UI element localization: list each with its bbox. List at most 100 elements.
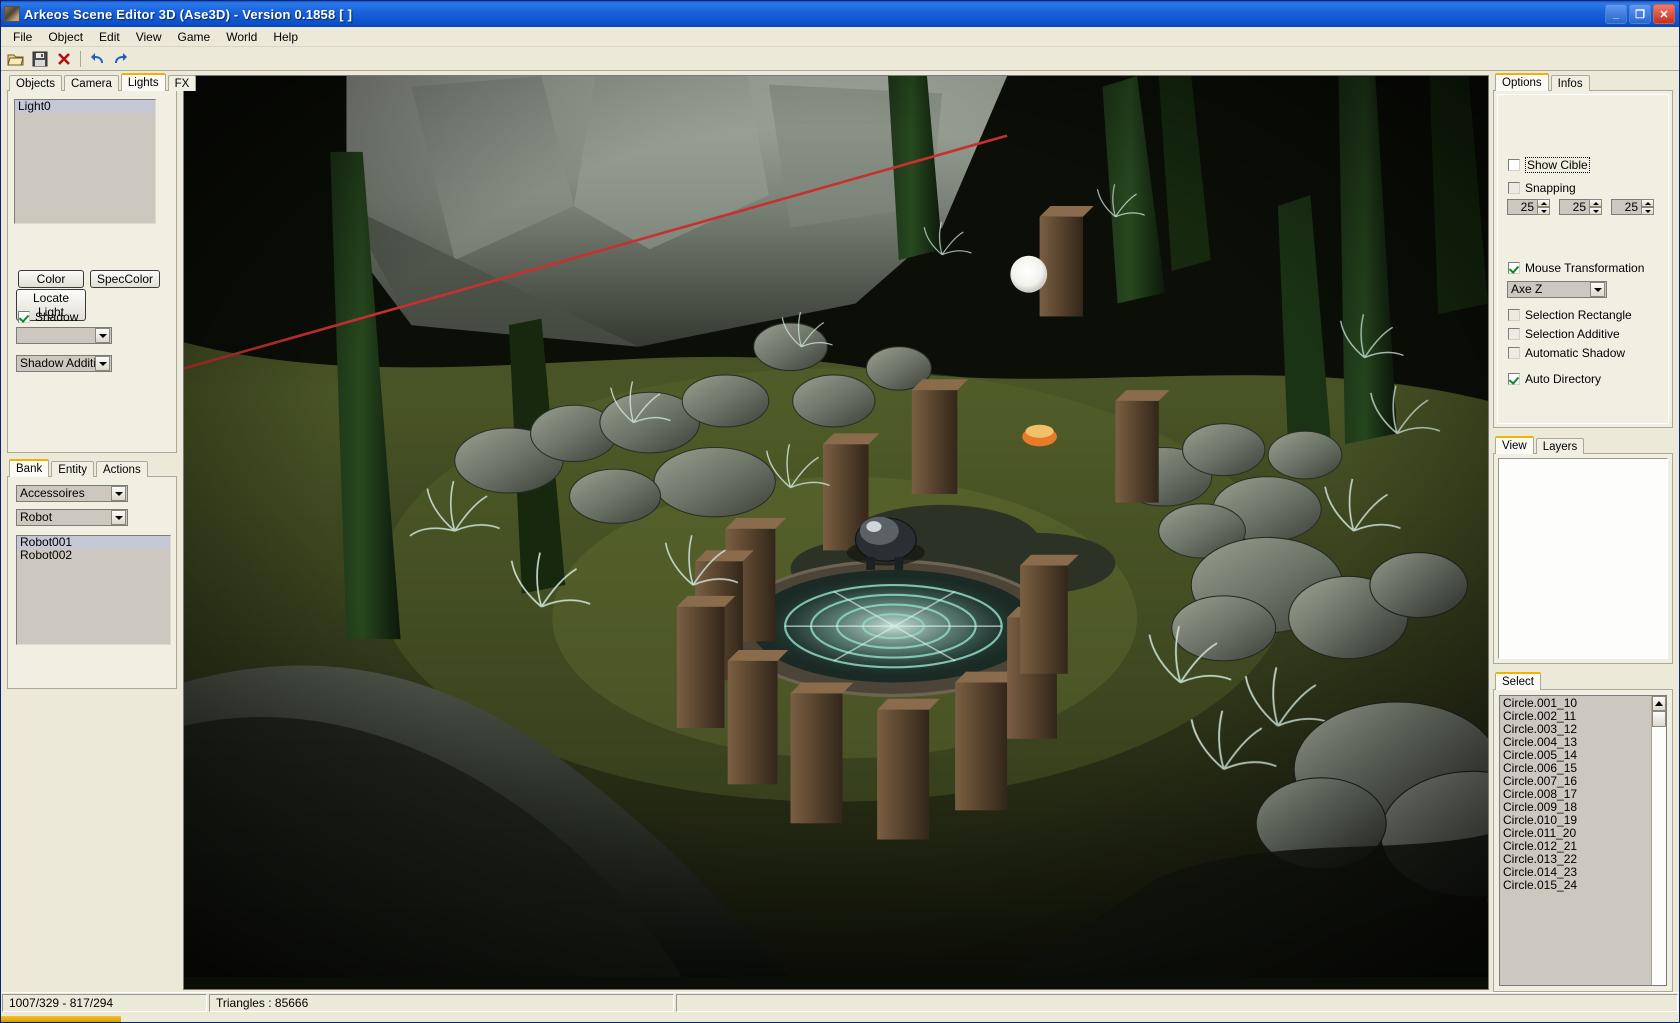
spec-color-button[interactable]: SpecColor xyxy=(90,270,160,288)
tab-bank[interactable]: Bank xyxy=(9,459,50,477)
list-item[interactable]: Robot002 xyxy=(17,549,170,562)
tab-objects[interactable]: Objects xyxy=(9,75,62,91)
selection-additive-label: Selection Additive xyxy=(1525,327,1620,341)
chevron-down-icon[interactable] xyxy=(95,328,110,343)
snap-y-stepper[interactable]: 25 xyxy=(1559,199,1602,215)
chevron-down-icon[interactable] xyxy=(1590,282,1605,297)
lights-listbox[interactable]: Light0 xyxy=(14,99,156,224)
menu-item-object[interactable]: Object xyxy=(40,28,91,46)
maximize-button[interactable]: ❐ xyxy=(1629,4,1651,24)
tab-view[interactable]: View xyxy=(1495,436,1534,454)
spinner-up-icon[interactable] xyxy=(1641,199,1654,207)
checkbox-box xyxy=(1508,182,1520,194)
bank-tabstrip: Bank Entity Actions xyxy=(7,459,177,477)
tab-lights[interactable]: Lights xyxy=(120,73,166,91)
bank-panel: Accessoires Robot Robot001 Robot002 xyxy=(7,476,177,689)
selection-rectangle-checkbox[interactable]: Selection Rectangle xyxy=(1508,308,1632,322)
menu-item-edit[interactable]: Edit xyxy=(91,28,128,46)
snap-z-value[interactable]: 25 xyxy=(1611,199,1641,215)
chevron-down-icon[interactable] xyxy=(111,486,126,501)
scrollbar-thumb[interactable] xyxy=(1652,711,1666,727)
scrollbar-track[interactable] xyxy=(1652,727,1666,985)
checkbox-box xyxy=(1508,159,1520,171)
mouse-transformation-checkbox[interactable]: Mouse Transformation xyxy=(1508,261,1644,275)
chevron-down-icon[interactable] xyxy=(111,510,126,525)
automatic-shadow-label: Automatic Shadow xyxy=(1525,346,1626,360)
shadow-type-combo[interactable] xyxy=(16,327,112,344)
view-panel xyxy=(1493,453,1673,664)
list-item[interactable]: Circle.015_24 xyxy=(1500,879,1651,892)
axis-combo-value: Axe Z xyxy=(1511,282,1543,296)
shadow-checkbox[interactable]: Shadow xyxy=(18,310,78,324)
shadow-additive-combo[interactable]: Shadow Additiv xyxy=(16,355,112,372)
tab-options[interactable]: Options xyxy=(1495,73,1549,91)
options-tab-group: Options Infos Show Cible Snapping 25 25 … xyxy=(1493,73,1673,428)
view-tab-group: View Layers xyxy=(1493,436,1673,664)
options-tabstrip: Options Infos xyxy=(1493,73,1673,91)
tab-infos[interactable]: Infos xyxy=(1550,75,1590,91)
bank-category-combo[interactable]: Accessoires xyxy=(16,485,128,502)
scene-render xyxy=(184,76,1488,978)
menu-item-game[interactable]: Game xyxy=(170,28,219,46)
scroll-up-icon[interactable] xyxy=(1652,696,1666,711)
options-inner: Show Cible Snapping 25 25 25 Mouse Trans… xyxy=(1497,94,1669,424)
tab-fx[interactable]: FX xyxy=(167,75,197,91)
bank-items-listbox[interactable]: Robot001 Robot002 xyxy=(16,535,171,645)
tab-entity[interactable]: Entity xyxy=(51,461,94,477)
spinner-down-icon[interactable] xyxy=(1589,207,1602,215)
progress-indicator xyxy=(1,1016,121,1022)
lights-tab-group: Objects Camera Lights FX Light0 Color Sp… xyxy=(7,73,197,453)
spinner-down-icon[interactable] xyxy=(1537,207,1550,215)
3d-scene-viewport[interactable] xyxy=(183,75,1489,990)
chevron-down-icon[interactable] xyxy=(95,356,110,371)
select-scrollbar[interactable] xyxy=(1651,696,1666,985)
redo-icon[interactable] xyxy=(110,48,132,69)
show-cible-checkbox[interactable]: Show Cible xyxy=(1508,157,1590,173)
menu-item-world[interactable]: World xyxy=(218,28,265,46)
selection-additive-checkbox[interactable]: Selection Additive xyxy=(1508,327,1620,341)
snap-z-stepper[interactable]: 25 xyxy=(1611,199,1654,215)
selection-rectangle-label: Selection Rectangle xyxy=(1525,308,1632,322)
automatic-shadow-checkbox[interactable]: Automatic Shadow xyxy=(1508,346,1625,360)
close-button[interactable]: ✕ xyxy=(1653,4,1675,24)
shadow-checkbox-label: Shadow xyxy=(35,310,79,324)
tab-actions[interactable]: Actions xyxy=(95,461,148,477)
minimize-button[interactable]: _ xyxy=(1605,4,1627,24)
select-listbox-wrap: Circle.001_10 Circle.002_11 Circle.003_12 C… xyxy=(1499,695,1667,986)
select-panel: Circle.001_10 Circle.002_11 Circle.003_12 C… xyxy=(1493,689,1673,992)
tab-camera[interactable]: Camera xyxy=(64,75,119,91)
menu-item-help[interactable]: Help xyxy=(265,28,306,46)
status-extra xyxy=(676,993,1678,1012)
tab-layers[interactable]: Layers xyxy=(1535,438,1585,454)
spinner-up-icon[interactable] xyxy=(1589,199,1602,207)
spinner-down-icon[interactable] xyxy=(1641,207,1654,215)
checkbox-box xyxy=(18,311,30,323)
app-icon xyxy=(4,6,20,22)
undo-icon[interactable] xyxy=(86,48,108,69)
snapping-checkbox[interactable]: Snapping xyxy=(1508,181,1576,195)
snap-x-value[interactable]: 25 xyxy=(1507,199,1537,215)
snap-x-stepper[interactable]: 25 xyxy=(1507,199,1550,215)
menu-item-view[interactable]: View xyxy=(128,28,170,46)
snap-y-value[interactable]: 25 xyxy=(1559,199,1589,215)
auto-directory-checkbox[interactable]: Auto Directory xyxy=(1508,372,1601,386)
left-sidebar: Objects Camera Lights FX Light0 Color Sp… xyxy=(3,71,197,992)
bank-category-value: Accessoires xyxy=(20,486,85,500)
spinner-up-icon[interactable] xyxy=(1537,199,1550,207)
bank-type-combo[interactable]: Robot xyxy=(16,509,128,526)
menu-item-file[interactable]: File xyxy=(5,28,40,46)
view-canvas[interactable] xyxy=(1498,458,1668,659)
checkbox-box xyxy=(1508,328,1520,340)
delete-icon[interactable] xyxy=(53,48,75,69)
application-window: Arkeos Scene Editor 3D (Ase3D) - Version… xyxy=(0,0,1680,1023)
checkbox-box xyxy=(1508,309,1520,321)
select-listbox[interactable]: Circle.001_10 Circle.002_11 Circle.003_12 C… xyxy=(1500,696,1651,985)
open-icon[interactable] xyxy=(5,48,27,69)
status-triangles: Triangles : 85666 xyxy=(209,993,674,1012)
shadow-additive-value: Shadow Additiv xyxy=(20,356,95,370)
axis-combo[interactable]: Axe Z xyxy=(1507,281,1607,298)
color-button[interactable]: Color xyxy=(18,270,84,288)
tab-select[interactable]: Select xyxy=(1495,672,1541,690)
list-item[interactable]: Light0 xyxy=(15,100,155,113)
save-icon[interactable] xyxy=(29,48,51,69)
